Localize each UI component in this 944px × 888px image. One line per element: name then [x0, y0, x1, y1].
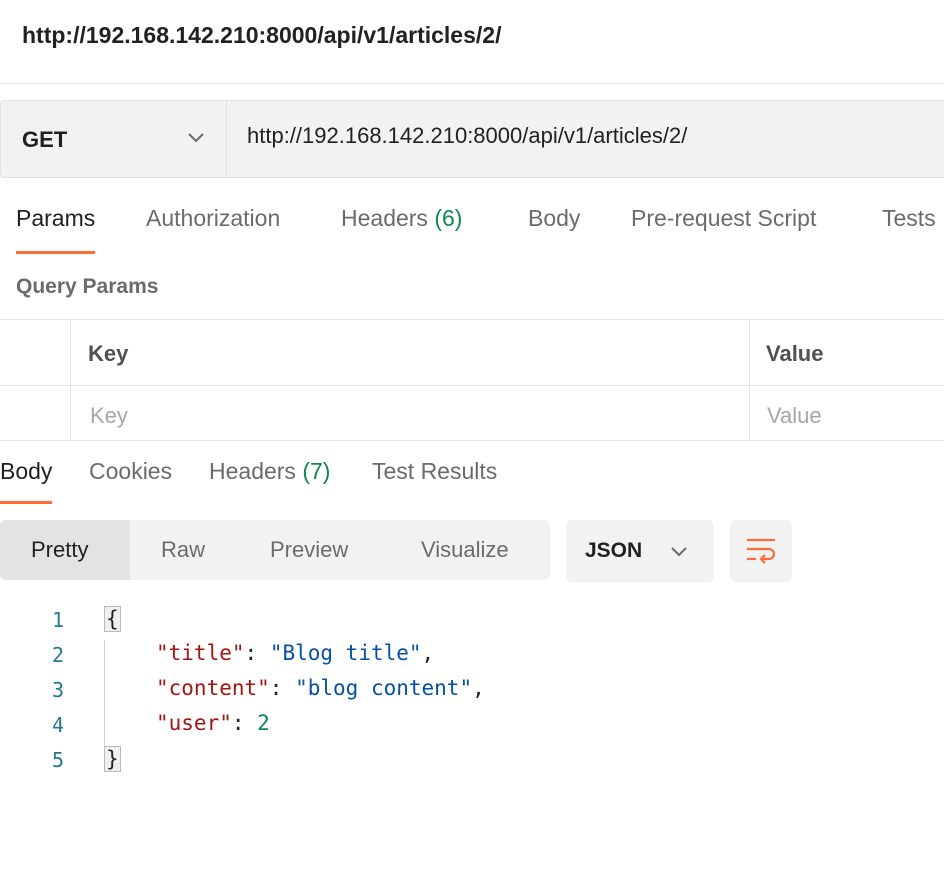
- active-tab-indicator: [0, 501, 53, 504]
- tab-label: Authorization: [146, 205, 281, 231]
- json-separator: :: [269, 676, 296, 700]
- line-number: 1: [51, 608, 64, 632]
- button-label: Preview: [270, 537, 349, 562]
- method-select[interactable]: GET: [1, 101, 227, 177]
- json-value: "Blog title": [269, 641, 422, 665]
- request-title[interactable]: http://192.168.142.210:8000/api/v1/artic…: [22, 22, 501, 49]
- open-brace: {: [104, 606, 121, 632]
- json-key: "title": [156, 641, 245, 665]
- tab-cookies[interactable]: Cookies: [89, 458, 172, 510]
- tab-pre-request-script[interactable]: Pre-request Script: [631, 205, 816, 257]
- line-number: 2: [51, 643, 64, 667]
- tab-label: Tests: [882, 205, 936, 231]
- tab-response-body[interactable]: Body: [0, 458, 53, 510]
- chevron-down-icon: [188, 133, 204, 143]
- code-line: 2 "title": "Blog title",: [0, 635, 944, 670]
- tab-headers[interactable]: Headers (6): [341, 205, 462, 257]
- language-select[interactable]: JSON: [566, 520, 714, 582]
- tab-count: (6): [434, 205, 463, 231]
- tab-label: Cookies: [89, 458, 173, 484]
- line-number: 5: [51, 748, 64, 772]
- column-divider: [749, 320, 750, 441]
- method-label: GET: [22, 127, 68, 152]
- wrap-lines-button[interactable]: [730, 520, 792, 582]
- request-title-bar: http://192.168.142.210:8000/api/v1/artic…: [0, 0, 944, 84]
- request-bar: GET http://192.168.142.210:8000/api/v1/a…: [0, 100, 944, 178]
- preview-button[interactable]: Preview: [240, 520, 390, 580]
- tab-params[interactable]: Params: [16, 205, 96, 257]
- tab-label: Params: [16, 205, 96, 231]
- language-label: JSON: [585, 539, 643, 562]
- json-key: "user": [156, 711, 232, 735]
- tab-label: Headers: [341, 205, 428, 231]
- tab-label: Test Results: [372, 458, 498, 484]
- json-trailing: ,: [472, 676, 485, 700]
- query-params-table: Key Value Key Value: [0, 319, 944, 441]
- code-line: 3 "content": "blog content",: [0, 670, 944, 705]
- active-tab-indicator: [16, 251, 96, 254]
- value-input[interactable]: Value: [767, 403, 822, 429]
- column-divider: [70, 320, 71, 441]
- tab-label: Body: [528, 205, 581, 231]
- value-column-header: Value: [766, 341, 824, 366]
- tab-label: Body: [0, 458, 53, 484]
- chevron-down-icon: [671, 547, 687, 557]
- code-line: 4 "user": 2: [0, 705, 944, 740]
- code-line: 1 {: [0, 600, 944, 635]
- button-label: Raw: [161, 537, 206, 562]
- tab-test-results[interactable]: Test Results: [372, 458, 497, 510]
- json-value: "blog content": [295, 676, 473, 700]
- close-brace: }: [104, 746, 121, 772]
- button-label: Visualize: [421, 537, 509, 562]
- response-tabs: Body Cookies Headers (7) Test Results: [0, 458, 944, 508]
- pretty-button[interactable]: Pretty: [0, 520, 130, 580]
- line-number: 4: [51, 713, 64, 737]
- tab-authorization[interactable]: Authorization: [146, 205, 280, 257]
- query-params-label: Query Params: [16, 275, 159, 298]
- wrap-lines-icon: [747, 538, 776, 564]
- tab-tests[interactable]: Tests: [882, 205, 936, 257]
- line-number: 3: [51, 678, 64, 702]
- visualize-button[interactable]: Visualize: [390, 520, 550, 580]
- tab-label: Headers: [209, 458, 296, 484]
- key-input[interactable]: Key: [90, 403, 128, 429]
- response-body-editor[interactable]: 1 { 2 "title": "Blog title", 3 "content"…: [0, 600, 944, 790]
- json-separator: :: [244, 641, 270, 665]
- json-trailing: ,: [421, 641, 435, 665]
- tab-response-headers[interactable]: Headers (7): [209, 458, 330, 510]
- json-key: "content": [156, 676, 270, 700]
- key-column-header: Key: [88, 341, 129, 366]
- tab-body[interactable]: Body: [528, 205, 580, 257]
- json-separator: :: [231, 711, 258, 735]
- format-toggle-group: Pretty Raw Preview Visualize: [0, 520, 550, 580]
- tab-label: Pre-request Script: [631, 205, 817, 231]
- json-value: 2: [257, 711, 270, 735]
- url-input[interactable]: http://192.168.142.210:8000/api/v1/artic…: [247, 123, 687, 149]
- tab-count: (7): [302, 458, 331, 484]
- raw-button[interactable]: Raw: [130, 520, 240, 580]
- code-line: 5 }: [0, 740, 944, 775]
- request-tabs: Params Authorization Headers (6) Body Pr…: [0, 205, 944, 257]
- button-label: Pretty: [31, 537, 89, 562]
